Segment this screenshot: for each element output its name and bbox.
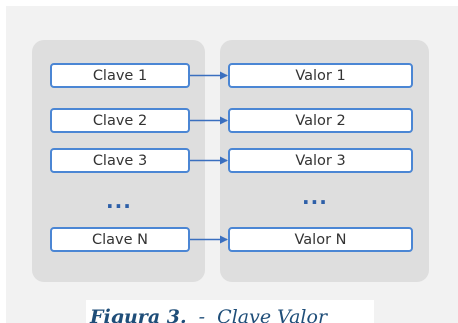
mapping-arrows [190, 71, 228, 244]
caption-label: Figura 3. [90, 306, 187, 323]
figure-caption: Figura 3. - Clave Valor [90, 306, 327, 323]
caption-text: Clave Valor [217, 306, 328, 323]
caption-strip: Figura 3. - Clave Valor [86, 300, 374, 323]
